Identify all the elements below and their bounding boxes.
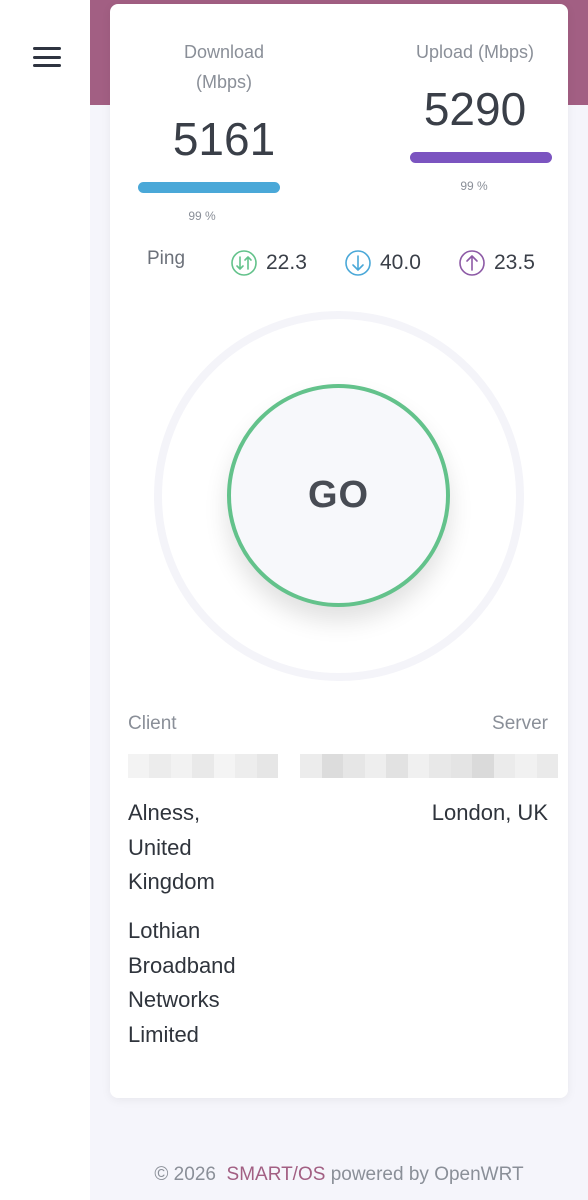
server-host-redacted [300,754,558,778]
hamburger-menu-icon[interactable] [30,44,64,70]
footer: © 2026 SMART/OS powered by OpenWRT [90,1164,588,1186]
client-location: Alness, United Kingdom [128,800,215,894]
ping-upload-value: 23.5 [494,251,535,274]
upload-percent: 99 % [460,179,488,193]
go-button[interactable]: GO [227,384,450,607]
download-arrow-icon [345,250,371,276]
client-ip-redacted [128,754,278,778]
footer-brand-link[interactable]: SMART/OS [227,1164,326,1185]
download-label: Download (Mbps) [183,42,265,92]
download-progress-bar [138,182,280,193]
speedtest-card: Download (Mbps) 5161 99 % Upload (Mbps) … [110,4,568,1098]
server-location: London, UK [431,800,548,825]
ping-download-value: 40.0 [380,251,421,274]
speedtest-page: Download (Mbps) 5161 99 % Upload (Mbps) … [0,0,588,1200]
footer-copyright: © 2026 [154,1164,216,1185]
ping-upload: 23.5 [458,249,535,277]
ping-jitter: 22.3 [230,249,307,277]
footer-powered-by: powered by OpenWRT [330,1164,524,1185]
download-value: 5161 [172,113,276,165]
upload-arrow-icon [459,250,485,276]
upload-value: 5290 [423,83,527,135]
go-button-label: GO [307,474,370,516]
ping-download: 40.0 [344,249,421,277]
client-isp: Lothian Broadband Networks Limited [128,918,236,1047]
left-nav-strip [0,0,90,1200]
server-heading: Server [492,713,548,734]
download-percent: 99 % [188,209,216,223]
ping-jitter-value: 22.3 [266,251,307,274]
ping-label: Ping [147,248,186,269]
client-heading: Client [128,713,177,734]
upload-progress-bar [410,152,552,163]
upload-label: Upload (Mbps) [415,42,535,62]
jitter-arrows-icon [231,250,257,276]
